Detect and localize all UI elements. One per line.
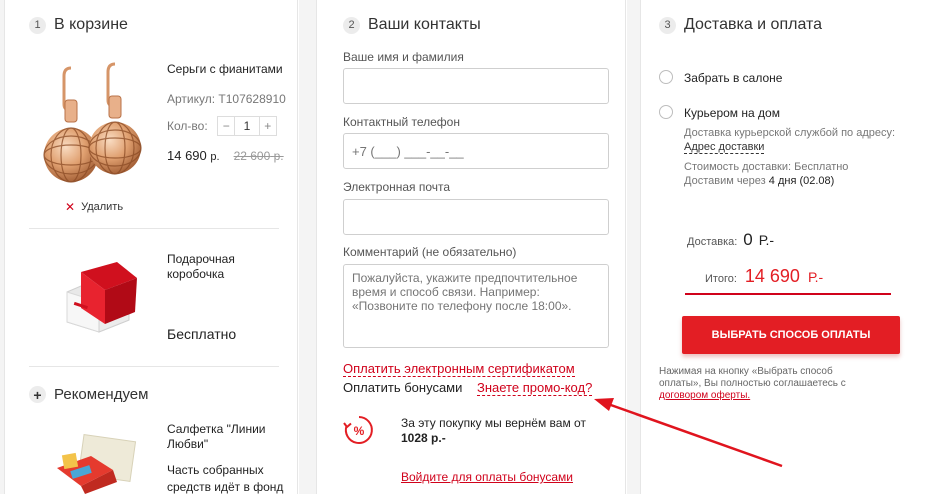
annotation-arrow — [594, 398, 783, 468]
